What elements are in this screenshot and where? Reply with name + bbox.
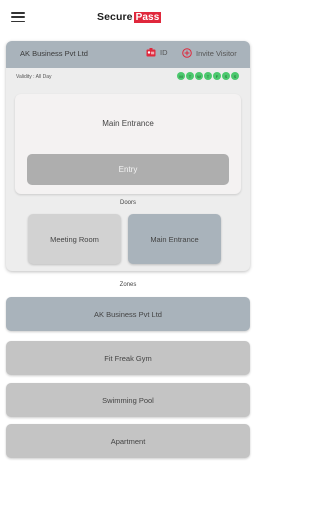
invite-visitor-label: Invite Visitor [196, 48, 237, 58]
card-header: AK Business Pvt Ltd ID Invite Visitor [6, 41, 250, 68]
add-circle-icon [182, 48, 192, 58]
door-meeting-room[interactable]: Meeting Room [28, 214, 121, 264]
day-badge: S [222, 72, 230, 80]
selected-door-title: Main Entrance [102, 119, 154, 128]
day-badge: F [213, 72, 221, 80]
company-name: AK Business Pvt Ltd [20, 49, 88, 58]
zone-swimming-pool[interactable]: Swimming Pool [6, 383, 250, 417]
id-button[interactable]: ID [146, 48, 168, 57]
zone-fit-freak-gym[interactable]: Fit Freak Gym [6, 341, 250, 375]
logo-pass-text: Pass [133, 11, 162, 23]
menu-icon[interactable] [11, 12, 25, 23]
app-logo: Secure Pass [97, 10, 162, 24]
logo-secure-text: Secure [97, 11, 133, 23]
top-bar: Secure Pass [0, 0, 256, 36]
day-badge: M [177, 72, 185, 80]
zones-heading: Zones [119, 282, 137, 288]
id-label: ID [160, 48, 168, 57]
zone-apartment[interactable]: Apartment [6, 424, 250, 458]
pass-card: AK Business Pvt Ltd ID Invite Visitor Va… [6, 41, 250, 271]
valid-days: M T W T F S S [177, 72, 239, 80]
day-badge: S [231, 72, 239, 80]
doors-heading: Doors [119, 200, 136, 206]
id-card-icon [146, 48, 156, 57]
day-badge: T [204, 72, 212, 80]
selected-door-panel: Main Entrance Entry [15, 94, 241, 194]
day-badge: W [195, 72, 203, 80]
invite-visitor-button[interactable]: Invite Visitor [182, 48, 237, 58]
day-badge: T [186, 72, 194, 80]
door-main-entrance[interactable]: Main Entrance [128, 214, 221, 264]
validity-text: Validity : All Day [16, 74, 52, 80]
entry-button[interactable]: Entry [27, 154, 229, 185]
zone-ak-business[interactable]: AK Business Pvt Ltd [6, 297, 250, 331]
